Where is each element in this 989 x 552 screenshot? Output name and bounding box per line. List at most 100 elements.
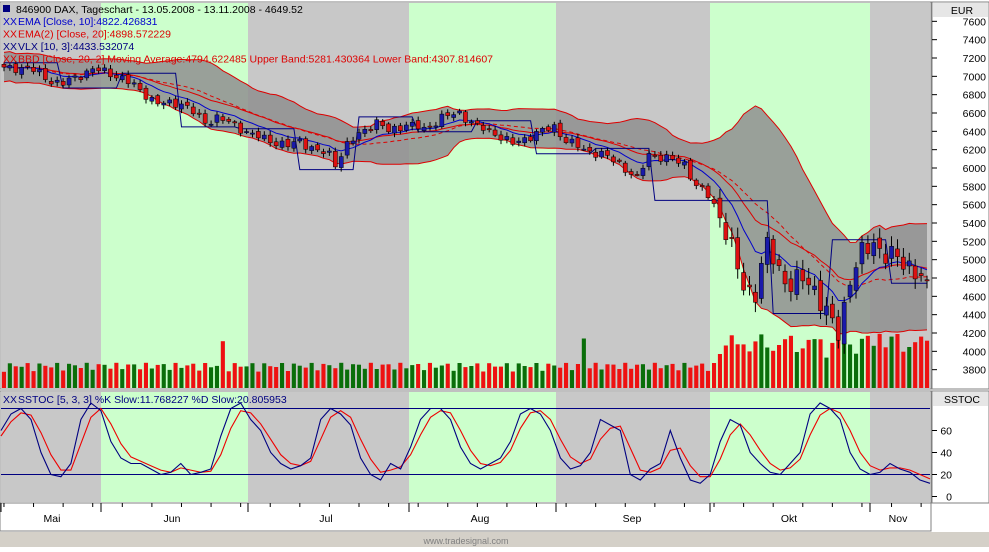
volume-bar <box>611 364 616 388</box>
legend-item[interactable]: XX EMA [Close, 10]:4822.426831 <box>3 16 158 28</box>
volume-bar <box>96 364 101 388</box>
month-label: Nov <box>889 513 908 525</box>
volume-bar <box>581 338 586 388</box>
volume-bar <box>345 369 350 388</box>
candle-body <box>605 150 610 156</box>
volume-bar <box>410 365 415 388</box>
candle-body <box>451 114 456 118</box>
candle-body <box>338 156 344 168</box>
volume-bar <box>90 369 95 388</box>
volume-bar <box>339 362 344 388</box>
volume-bar <box>522 366 527 388</box>
candle-body <box>409 122 415 127</box>
candle-body <box>741 272 746 291</box>
candle-body <box>445 112 451 116</box>
volume-bar <box>688 367 693 388</box>
candle-body <box>244 131 249 133</box>
candle-body <box>463 111 468 123</box>
candle-body <box>327 150 332 153</box>
candle-body <box>693 179 699 186</box>
price-tick-label: 4800 <box>963 273 987 285</box>
legend-text: SSTOC [5, 3, 3] %K Slow:11.768227 %D Slo… <box>18 394 287 406</box>
stoch-tick-label: 0 <box>946 492 952 504</box>
candle-body <box>658 154 664 162</box>
legend-item[interactable]: XX EMA(2) [Close, 20]:4898.572229 <box>3 29 171 41</box>
volume-bar <box>31 371 36 388</box>
candle-body <box>865 243 871 254</box>
price-tick-label: 6200 <box>963 145 987 157</box>
price-tick-label: 5800 <box>963 181 987 193</box>
candle-body <box>812 285 817 290</box>
candle-body <box>593 151 598 158</box>
legend-item[interactable]: XX VLX [10, 3]:4433.532074 <box>3 41 134 53</box>
candle-body <box>770 238 776 265</box>
candle-body <box>125 74 131 84</box>
candle-body <box>374 119 380 130</box>
candle-body <box>540 128 545 133</box>
candle-body <box>735 237 740 270</box>
candle-body <box>918 273 924 276</box>
volume-bar <box>747 351 752 388</box>
candle-body <box>640 167 646 176</box>
candle-body <box>729 237 735 239</box>
candle-body <box>173 98 178 108</box>
candle-body <box>267 134 273 144</box>
candle-body <box>149 97 155 102</box>
candle-body <box>912 265 918 280</box>
volume-bar <box>274 367 279 388</box>
stoch-tick-label: 60 <box>940 426 952 438</box>
candle-body <box>43 68 48 80</box>
candle-body <box>622 162 628 173</box>
volume-bar <box>214 365 219 388</box>
price-tick-label: 7000 <box>963 71 987 83</box>
currency-label: EUR <box>951 5 974 17</box>
volume-bar <box>528 367 533 388</box>
candle-body <box>830 303 835 319</box>
price-tick-label: 7200 <box>963 53 987 65</box>
candle-body <box>404 124 409 131</box>
candle-body <box>705 185 711 198</box>
volume-bar <box>504 363 509 388</box>
candle-body <box>575 137 581 148</box>
indicator-icon: XX <box>3 41 17 53</box>
price-tick-label: 4000 <box>963 346 987 358</box>
volume-bar <box>380 364 385 388</box>
price-tick-label: 6400 <box>963 126 987 138</box>
candle-body <box>557 122 563 137</box>
candle-body <box>853 267 859 291</box>
candle-body <box>143 87 149 100</box>
candle-body <box>670 155 675 160</box>
volume-bar <box>765 347 770 388</box>
volume-bar <box>646 369 651 388</box>
volume-bar <box>78 368 83 388</box>
candle-body <box>776 259 782 266</box>
candle-body <box>119 75 125 81</box>
volume-bar <box>309 362 314 388</box>
candle-body <box>161 102 167 106</box>
volume-bar <box>155 364 160 388</box>
candle-body <box>179 103 184 110</box>
candle-body <box>782 270 788 285</box>
volume-bar <box>564 362 569 388</box>
volume-bar <box>788 335 793 388</box>
candle-body <box>569 138 575 144</box>
volume-bar <box>232 363 237 388</box>
volume-bar <box>327 365 332 388</box>
volume-bar <box>303 367 308 388</box>
volume-bar <box>356 364 361 388</box>
candle-body <box>475 120 480 124</box>
candle-body <box>528 136 533 142</box>
volume-bar <box>392 369 397 388</box>
volume-bar <box>658 368 663 388</box>
candle-body <box>291 141 297 149</box>
volume-bar <box>475 363 480 388</box>
candle-body <box>196 112 202 115</box>
candle-body <box>386 123 391 133</box>
candle-body <box>238 122 243 134</box>
legend-item[interactable]: XX SSTOC [5, 3, 3] %K Slow:11.768227 %D S… <box>3 394 287 406</box>
volume-bar <box>1 371 6 388</box>
chart-canvas[interactable]: EUR SSTOC 3800 4000 4200 4400 4600 4800 5000 52… <box>0 0 989 547</box>
volume-bar <box>859 338 864 388</box>
volume-bar <box>818 339 823 388</box>
legend-item[interactable]: XX BBD [Close, 20, 2] Moving Average:4794… <box>3 54 493 66</box>
